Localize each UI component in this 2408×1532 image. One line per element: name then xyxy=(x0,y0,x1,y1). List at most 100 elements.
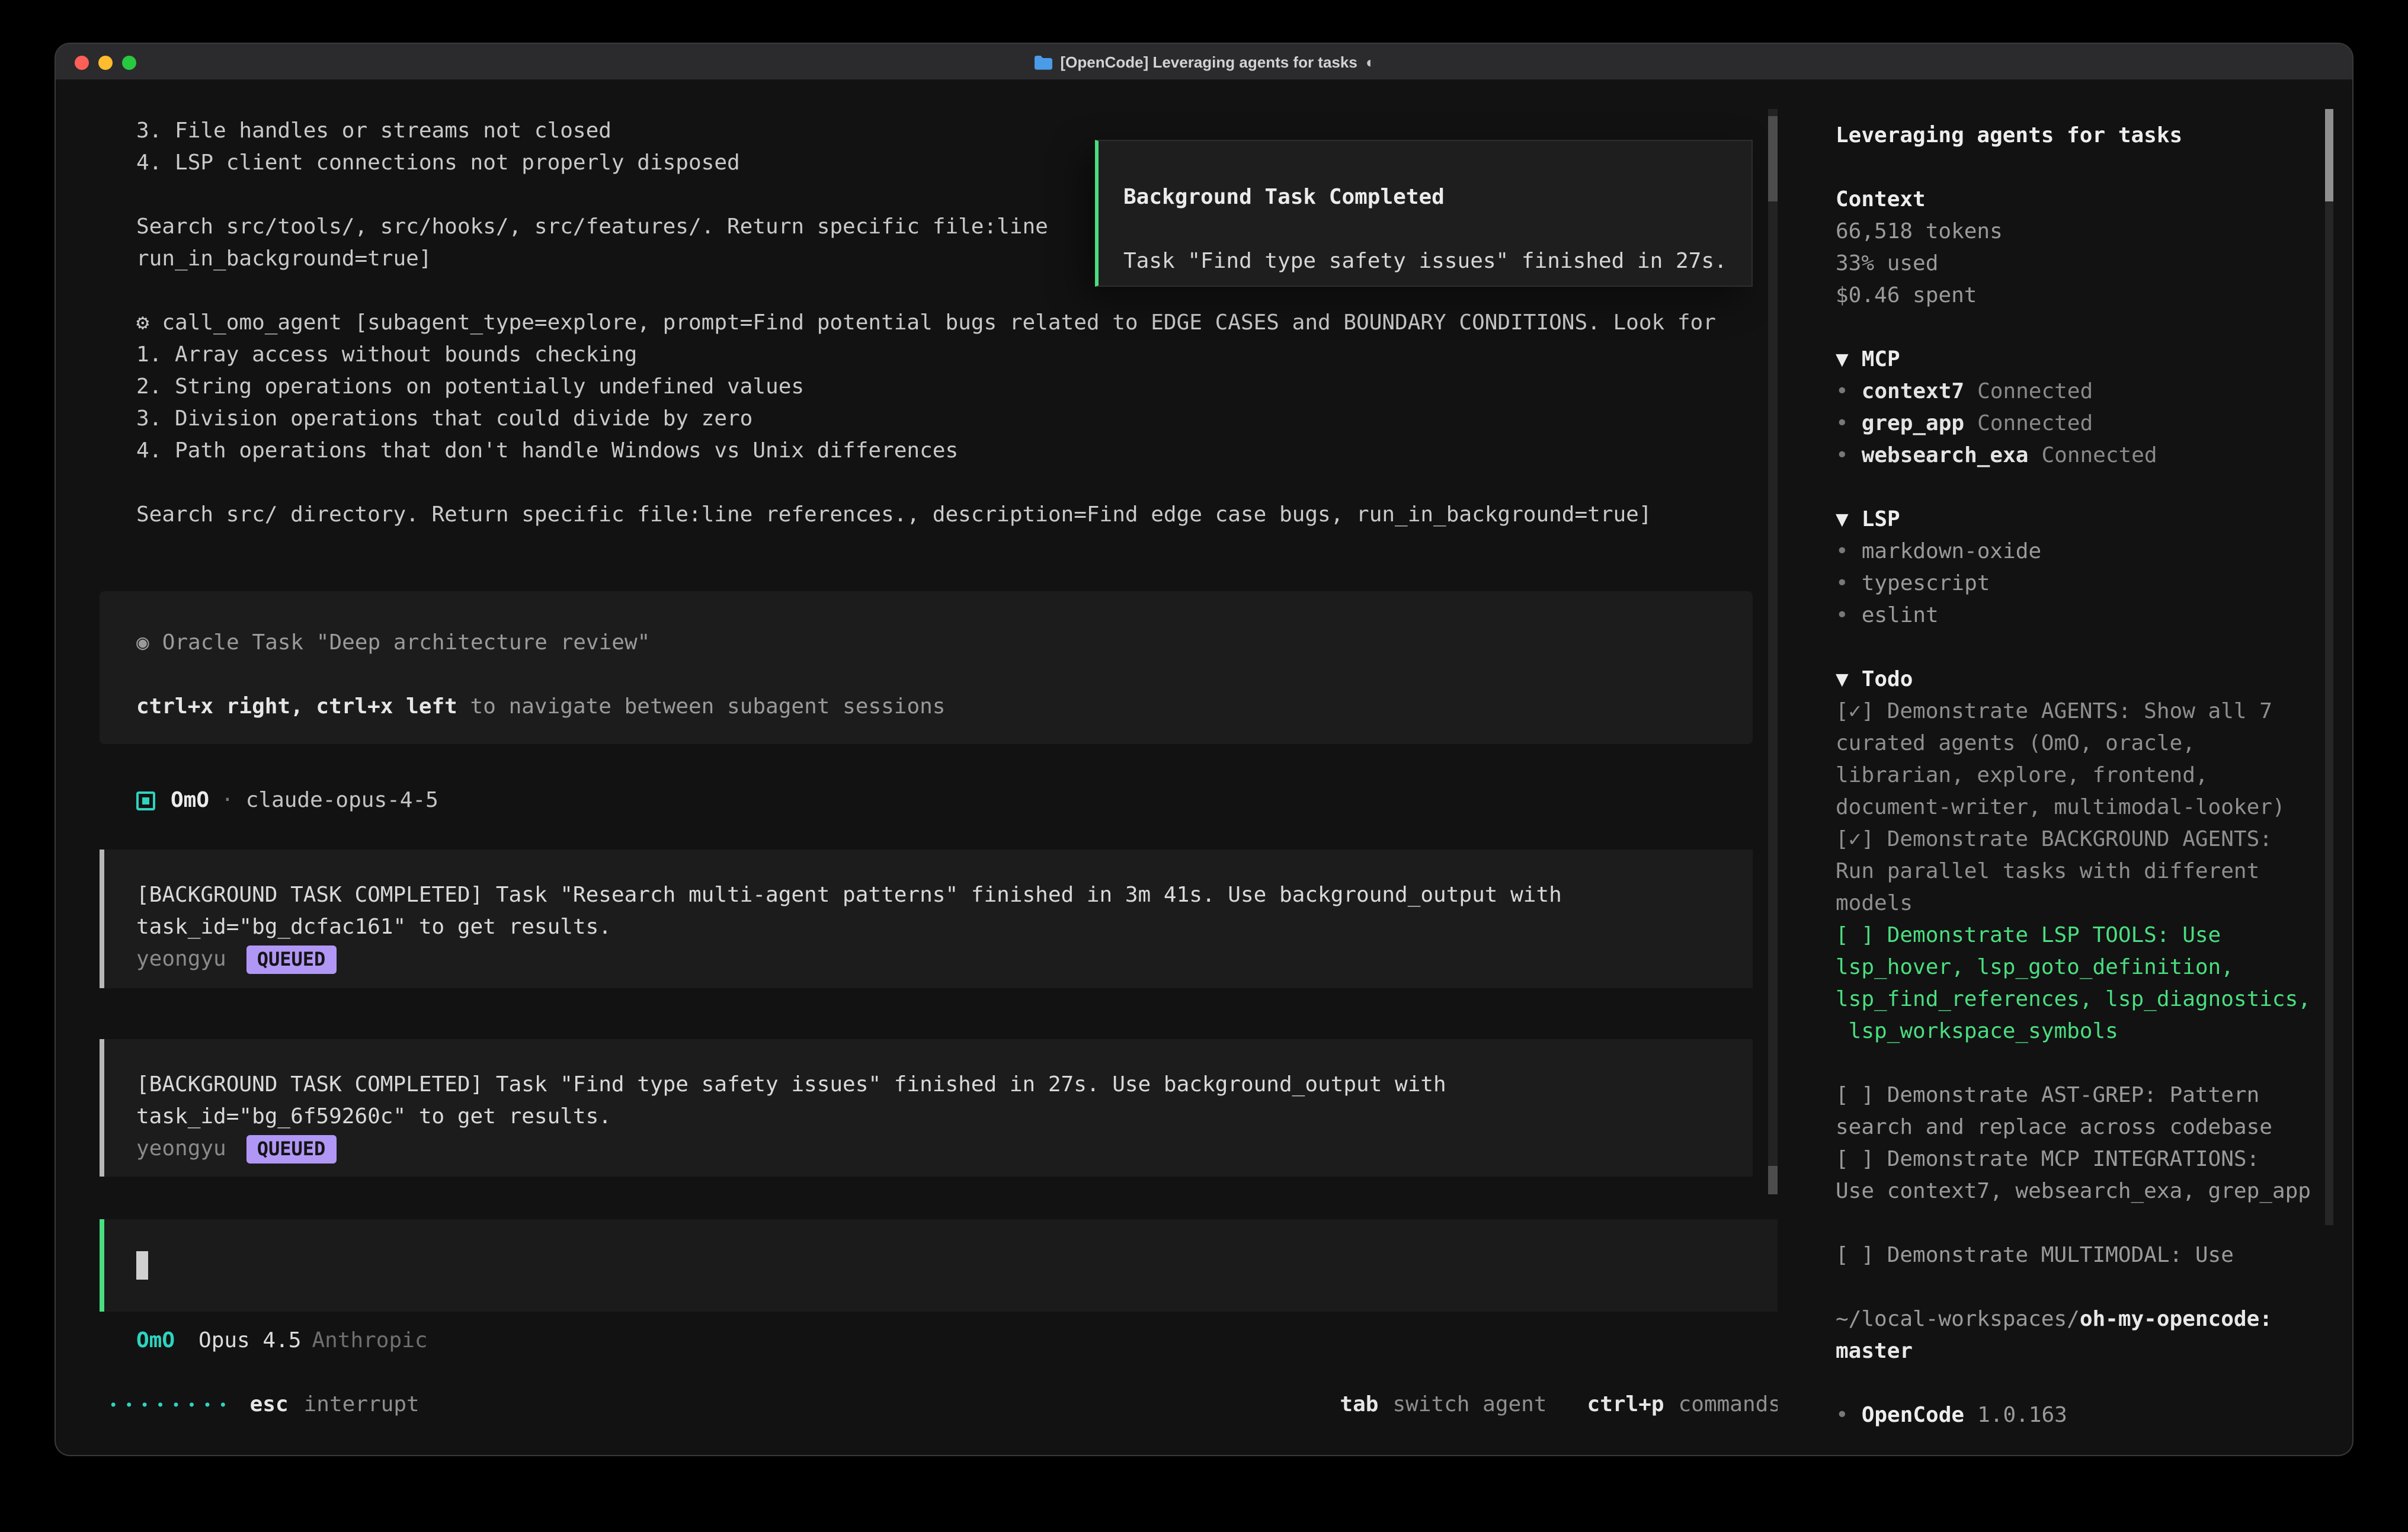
lsp-name: markdown-oxide xyxy=(1862,539,2041,564)
spacer xyxy=(1836,632,2323,664)
todo-line: [ ] Demonstrate MULTIMODAL: Use xyxy=(1836,1239,2323,1271)
prompt-input[interactable] xyxy=(100,1219,1778,1312)
status-left: •••••••• esc interrupt xyxy=(109,1389,420,1421)
main-scrollbar[interactable] xyxy=(1768,109,1778,1194)
main-pane: 3. File handles or streams not closed 4.… xyxy=(56,81,1778,1455)
minimize-window-button[interactable] xyxy=(98,55,113,69)
message-block-type-safety: [BACKGROUND TASK COMPLETED] Task "Find t… xyxy=(100,1039,1753,1177)
queued-badge: QUEUED xyxy=(246,1134,337,1163)
background-task-notification: Background Task Completed Task "Find typ… xyxy=(1095,140,1753,287)
bullet-icon: • xyxy=(1836,443,1849,468)
ctrlp-key-desc: commands xyxy=(1679,1392,1778,1417)
mcp-heading-label: MCP xyxy=(1862,347,1900,372)
separator-dot: · xyxy=(221,788,234,813)
message-text-line: task_id="bg_dcfac161" to get results. xyxy=(136,911,1753,943)
spacer xyxy=(1836,1207,2323,1239)
spacer xyxy=(1836,1047,2323,1079)
todo-line: document-writer, multimodal-looker) xyxy=(1836,791,2323,823)
workspace-path: ~/local-workspaces/oh-my-opencode: xyxy=(1836,1303,2323,1335)
bullet-icon: • xyxy=(1836,539,1849,564)
todo-line: Use context7, websearch_exa, grep_app xyxy=(1836,1175,2323,1207)
todo-line: [ ] Demonstrate AST-GREP: Pattern xyxy=(1836,1079,2323,1111)
context-heading: Context xyxy=(1836,184,2323,216)
todo-line: Run parallel tasks with different xyxy=(1836,855,2323,887)
model-row: OmO Opus 4.5 Anthropic xyxy=(136,1325,428,1357)
lsp-section-heading[interactable]: ▼LSP xyxy=(1836,504,2323,536)
message-text-line: [BACKGROUND TASK COMPLETED] Task "Resear… xyxy=(136,879,1753,911)
mcp-section-heading[interactable]: ▼ MCP xyxy=(1836,344,2323,376)
message-text-line: [BACKGROUND TASK COMPLETED] Task "Find t… xyxy=(136,1069,1753,1101)
spacer xyxy=(1836,1271,2323,1303)
text-cursor xyxy=(136,1251,148,1280)
workspace-branch: master xyxy=(1836,1335,2323,1367)
todo-line-active: lsp_find_references, lsp_diagnostics, xyxy=(1836,983,2323,1015)
todo-section-heading[interactable]: ▼Todo xyxy=(1836,664,2323,696)
window-content: 3. File handles or streams not closed 4.… xyxy=(56,81,2352,1455)
provider-label: Anthropic xyxy=(312,1328,427,1353)
traffic-lights xyxy=(75,44,136,81)
terminal-window: [OpenCode] Leveraging agents for tasks ◐… xyxy=(56,44,2352,1455)
message-meta: yeongyu QUEUED xyxy=(136,943,1753,975)
version-row: • OpenCode 1.0.163 xyxy=(1836,1399,2323,1431)
todo-line-active: [ ] Demonstrate LSP TOOLS: Use xyxy=(1836,919,2323,951)
message-user: yeongyu xyxy=(136,947,226,972)
lsp-heading-label: LSP xyxy=(1862,507,1900,532)
app-version: 1.0.163 xyxy=(1977,1403,2067,1428)
oracle-task-title: ◉ Oracle Task "Deep architecture review" xyxy=(136,627,1753,659)
window-title-text: [OpenCode] Leveraging agents for tasks xyxy=(1060,53,1357,70)
status-bar: •••••••• esc interrupt tab switch agent … xyxy=(56,1389,1778,1421)
active-agent-label: OmO xyxy=(136,1328,175,1353)
spacer xyxy=(1836,1367,2323,1399)
mcp-item-websearch-exa: • websearch_exa Connected xyxy=(1836,440,2323,472)
agent-model: claude-opus-4-5 xyxy=(246,788,438,813)
lsp-name: eslint xyxy=(1862,603,1939,628)
oracle-icon: ◉ xyxy=(136,630,149,655)
todo-line-active: lsp_workspace_symbols xyxy=(1836,1015,2323,1047)
mcp-item-context7: •context7Connected xyxy=(1836,376,2323,408)
close-window-button[interactable] xyxy=(75,55,89,69)
sidebar-scrollbar-thumb[interactable] xyxy=(2325,109,2333,201)
todo-line: curated agents (OmO, oracle, xyxy=(1836,727,2323,759)
sidebar-scrollbar[interactable] xyxy=(2325,109,2333,1225)
ctrlp-key-hint: ctrl+p xyxy=(1587,1392,1664,1417)
todo-line: librarian, explore, frontend, xyxy=(1836,759,2323,791)
todo-line: models xyxy=(1836,887,2323,919)
esc-key-hint: esc xyxy=(250,1392,289,1417)
mcp-name: websearch_exa xyxy=(1862,443,2029,468)
omo-agent-icon xyxy=(136,791,155,810)
context-used: 33% used xyxy=(1836,248,2323,280)
todo-line: [✓] Demonstrate BACKGROUND AGENTS: xyxy=(1836,823,2323,855)
sidebar: Leveraging agents for tasks Context 66,5… xyxy=(1778,81,2352,1455)
app-name: OpenCode xyxy=(1862,1403,1964,1428)
mcp-status: Connected xyxy=(2041,443,2157,468)
workspace-repo: oh-my-opencode: xyxy=(2080,1307,2272,1332)
oracle-shortcut-hint: ctrl+x right, ctrl+x left to navigate be… xyxy=(136,691,1753,723)
bullet-icon: • xyxy=(1836,1403,1849,1428)
bullet-icon: • xyxy=(1836,603,1849,628)
workspace-path-prefix: ~/local-workspaces/ xyxy=(1836,1307,2080,1332)
bullet-icon: • xyxy=(1836,571,1849,596)
todo-line-active: lsp_hover, lsp_goto_definition, xyxy=(1836,951,2323,983)
agent-name: OmO xyxy=(171,788,209,813)
status-right: tab switch agent ctrl+p commands xyxy=(1340,1389,1778,1421)
tab-key-desc: switch agent xyxy=(1392,1392,1546,1417)
oracle-task-label: Oracle Task "Deep architecture review" xyxy=(162,630,651,655)
spinner-dots-icon: •••••••• xyxy=(109,1396,235,1413)
main-scrollbar-thumb-bottom[interactable] xyxy=(1768,1166,1778,1194)
bullet-icon: • xyxy=(1836,379,1849,404)
todo-line: search and replace across codebase xyxy=(1836,1111,2323,1143)
message-user: yeongyu xyxy=(136,1136,226,1161)
bullet-icon: • xyxy=(1836,411,1849,436)
collapse-triangle-icon: ▼ xyxy=(1836,347,1849,372)
spacer xyxy=(1836,152,2323,184)
window-title: [OpenCode] Leveraging agents for tasks ◐ xyxy=(1033,53,1375,70)
loading-indicator-icon: ◐ xyxy=(1366,53,1375,70)
spacer xyxy=(1836,312,2323,344)
zoom-window-button[interactable] xyxy=(122,55,136,69)
main-scrollbar-thumb[interactable] xyxy=(1768,116,1778,201)
mcp-item-grep-app: •grep_appConnected xyxy=(1836,408,2323,440)
context-spent: $0.46 spent xyxy=(1836,280,2323,312)
titlebar: [OpenCode] Leveraging agents for tasks ◐ xyxy=(56,44,2352,81)
message-meta: yeongyu QUEUED xyxy=(136,1133,1753,1165)
lsp-item-eslint: • eslint xyxy=(1836,600,2323,632)
